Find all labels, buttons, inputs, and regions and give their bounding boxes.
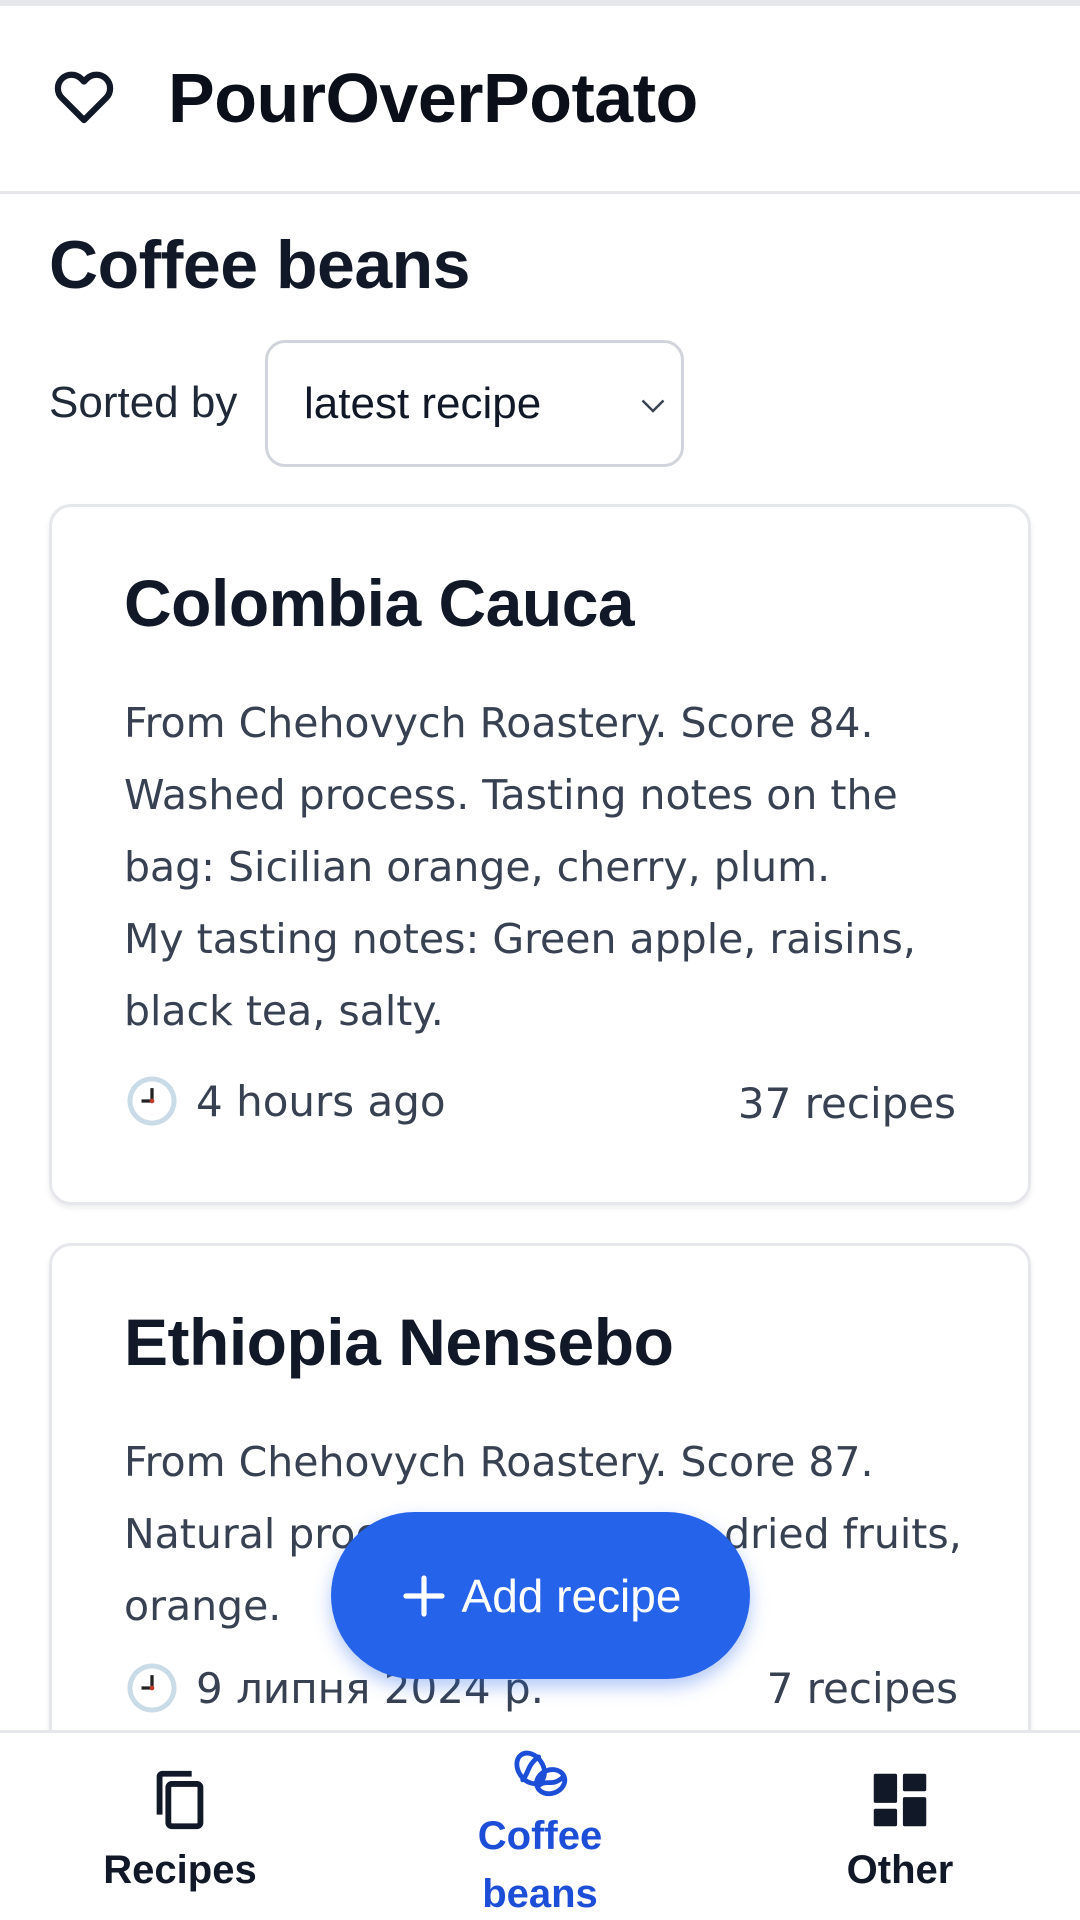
- sort-label: Sorted by: [49, 378, 238, 427]
- page-title: Coffee beans: [49, 227, 471, 303]
- add-recipe-button[interactable]: Add recipe: [331, 1512, 750, 1679]
- bean-last-recipe: 4 hours ago: [124, 1073, 446, 1129]
- add-recipe-label: Add recipe: [461, 1569, 682, 1622]
- bean-description-line: My tasting notes: Green apple, raisins, …: [124, 915, 916, 1035]
- nav-label-recipes: Recipes: [103, 1848, 257, 1892]
- app-title: PourOverPotato: [168, 59, 698, 137]
- nav-label-coffee-beans: Coffee beans: [477, 1814, 603, 1916]
- copy-icon: [156, 1770, 204, 1830]
- heart-icon[interactable]: [50, 62, 118, 130]
- dashboard-icon: [873, 1773, 927, 1827]
- bean-description: From Chehovych Roastery. Score 84. Washe…: [124, 687, 964, 1047]
- bean-last-recipe-text: 4 hours ago: [196, 1076, 446, 1126]
- bean-name: Colombia Cauca: [124, 566, 635, 640]
- clock-icon: [127, 1076, 177, 1126]
- nav-item-coffee-beans[interactable]: Coffee beans: [440, 1733, 640, 1920]
- bean-name: Ethiopia Nensebo: [124, 1305, 674, 1379]
- plus-icon: [402, 1574, 445, 1617]
- sort-select[interactable]: latest recipe: [265, 340, 684, 467]
- clock-icon: [127, 1663, 177, 1713]
- coffee-beans-icon: [514, 1750, 568, 1797]
- sort-value: latest recipe: [304, 379, 542, 428]
- chevron-down-icon: [641, 399, 665, 413]
- nav-label-other: Other: [846, 1848, 954, 1892]
- bean-recipe-count: 37 recipes: [737, 1079, 956, 1128]
- bottom-nav: Recipes Coffee beans Other: [0, 1730, 1080, 1920]
- bean-description-line: From Chehovych Roastery. Score 84. Washe…: [124, 699, 898, 891]
- app-header: PourOverPotato: [0, 6, 1080, 194]
- bean-card[interactable]: Colombia Cauca From Chehovych Roastery. …: [49, 504, 1031, 1205]
- nav-item-recipes[interactable]: Recipes: [80, 1733, 280, 1920]
- bean-recipe-count: 7 recipes: [766, 1664, 958, 1713]
- nav-item-other[interactable]: Other: [800, 1733, 1000, 1920]
